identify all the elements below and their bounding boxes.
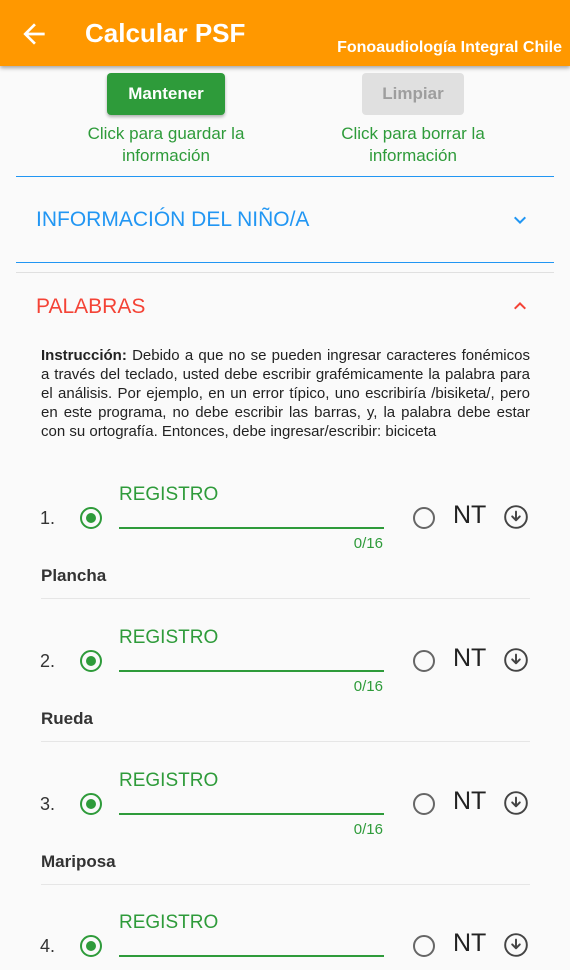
- page-title: Calcular PSF: [85, 18, 246, 48]
- nt-label: NT: [453, 644, 487, 672]
- row-divider: [41, 598, 530, 599]
- char-counter: 0/16: [353, 678, 383, 695]
- list-item: 4. REGISTRO NT: [0, 907, 570, 970]
- radio-registro-selected[interactable]: [80, 507, 102, 529]
- list-item: 2. REGISTRO 0/16 NT Rueda: [0, 622, 570, 762]
- instruction-text: Instrucción: Debido a que no se pueden i…: [41, 346, 530, 441]
- divider: [16, 176, 554, 177]
- chevron-up-icon[interactable]: [508, 294, 532, 318]
- registro-input[interactable]: [119, 503, 384, 527]
- radio-nt[interactable]: [413, 650, 435, 672]
- radio-registro-selected[interactable]: [80, 650, 102, 672]
- radio-nt[interactable]: [413, 793, 435, 815]
- chevron-down-icon[interactable]: [508, 208, 532, 232]
- clear-button[interactable]: Limpiar: [362, 73, 464, 115]
- registro-input[interactable]: [119, 789, 384, 813]
- char-counter: 0/16: [353, 821, 383, 838]
- list-item: 3. REGISTRO 0/16 NT Mariposa: [0, 765, 570, 905]
- section-words-title: PALABRAS: [36, 295, 146, 318]
- registro-input[interactable]: [119, 931, 384, 955]
- keep-button[interactable]: Mantener: [107, 73, 225, 115]
- divider: [16, 272, 554, 273]
- item-number: 1.: [40, 508, 56, 528]
- clear-hint: Click para borrar la información: [341, 124, 485, 165]
- registro-input[interactable]: [119, 646, 384, 670]
- target-word: Mariposa: [41, 852, 116, 871]
- keep-hint: Click para guardar la información: [87, 124, 245, 165]
- row-divider: [41, 741, 530, 742]
- download-circle-icon[interactable]: [503, 647, 529, 673]
- field-underline: [119, 527, 384, 529]
- item-number: 2.: [40, 651, 56, 671]
- brand-label: Fonoaudiología Integral Chile: [337, 39, 562, 56]
- target-word: Plancha: [41, 566, 107, 585]
- list-item: 1. REGISTRO 0/16 NT Plancha: [0, 479, 570, 619]
- field-underline: [119, 813, 384, 815]
- radio-registro-selected[interactable]: [80, 935, 102, 957]
- radio-registro-selected[interactable]: [80, 793, 102, 815]
- radio-nt[interactable]: [413, 507, 435, 529]
- nt-label: NT: [453, 787, 487, 815]
- field-underline: [119, 670, 384, 672]
- download-circle-icon[interactable]: [503, 932, 529, 958]
- char-counter: 0/16: [353, 535, 383, 552]
- arrow-back-icon[interactable]: [18, 18, 50, 50]
- download-circle-icon[interactable]: [503, 790, 529, 816]
- download-circle-icon[interactable]: [503, 504, 529, 530]
- nt-label: NT: [453, 929, 487, 957]
- app-bar: Calcular PSF Fonoaudiología Integral Chi…: [0, 0, 570, 66]
- section-child-info-title: INFORMACIÓN DEL NIÑO/A: [36, 208, 310, 231]
- divider: [16, 262, 554, 263]
- item-number: 4.: [40, 936, 56, 956]
- target-word: Rueda: [41, 709, 93, 728]
- radio-nt[interactable]: [413, 935, 435, 957]
- item-number: 3.: [40, 794, 56, 814]
- nt-label: NT: [453, 501, 487, 529]
- field-underline: [119, 955, 384, 957]
- row-divider: [41, 884, 530, 885]
- instruction-label: Instrucción:: [41, 347, 127, 364]
